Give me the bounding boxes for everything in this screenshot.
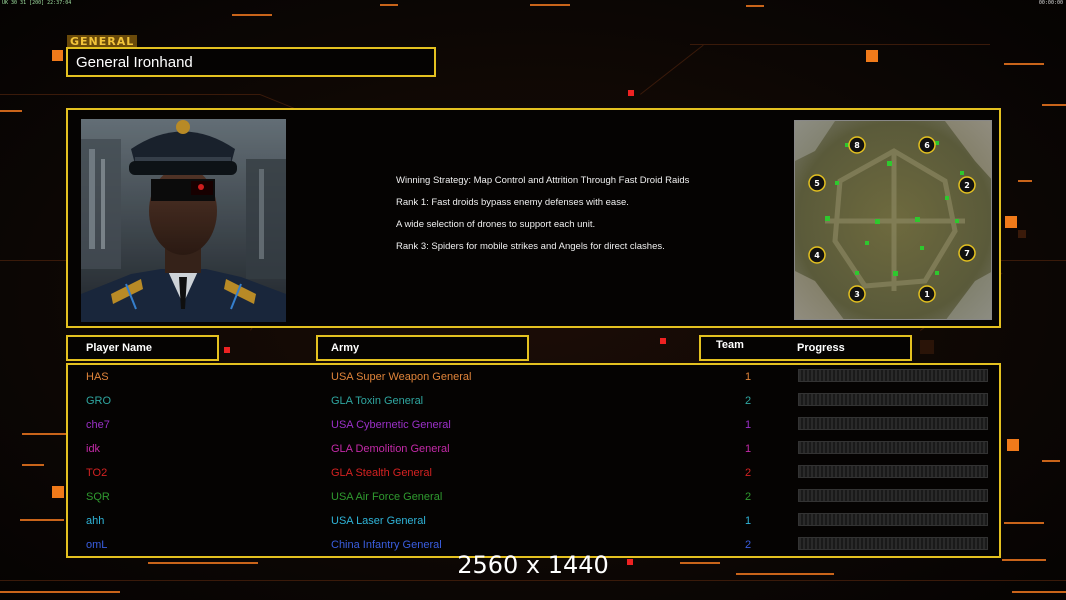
team-number: 1: [745, 419, 752, 431]
spawn-label: 4: [814, 251, 820, 260]
spawn-label: 5: [814, 179, 820, 188]
strategy-text: Winning Strategy: Map Control and Attrit…: [396, 175, 696, 263]
progress-bar: [798, 417, 988, 430]
table-row: idk GLA Demolition General 1: [68, 439, 999, 463]
spawn-label: 7: [964, 249, 970, 258]
team-number: 1: [745, 371, 752, 383]
spawn-marker: 2: [958, 176, 976, 194]
table-row: HAS USA Super Weapon General 1: [68, 367, 999, 391]
spawn-label: 3: [854, 290, 860, 299]
strategy-line: A wide selection of drones to support ea…: [396, 219, 596, 230]
table-row: che7 USA Cybernetic General 1: [68, 415, 999, 439]
general-portrait: [81, 119, 286, 322]
resolution-overlay: 2560 x 1440: [457, 551, 609, 579]
player-name: che7: [86, 419, 110, 431]
spawn-label: 6: [924, 141, 930, 150]
header-team-label: Team: [716, 339, 744, 351]
army-name: USA Laser General: [331, 515, 426, 527]
army-name: USA Super Weapon General: [331, 371, 472, 383]
army-name: GLA Stealth General: [331, 467, 432, 479]
player-name: HAS: [86, 371, 109, 383]
table-row: ahh USA Laser General 1: [68, 511, 999, 535]
spawn-label: 1: [924, 290, 930, 299]
header-player-name: Player Name: [66, 335, 219, 361]
general-name-field: General Ironhand: [66, 47, 436, 77]
spawn-marker: 6: [918, 136, 936, 154]
army-name: USA Air Force General: [331, 491, 443, 503]
progress-bar: [798, 393, 988, 406]
strategy-line: Rank 1: Fast droids bypass enemy defense…: [396, 197, 629, 208]
army-name: USA Cybernetic General: [331, 419, 451, 431]
header-army-label: Army: [331, 342, 360, 354]
team-number: 2: [745, 467, 752, 479]
player-name: SQR: [86, 491, 110, 503]
team-number: 2: [745, 491, 752, 503]
player-name: TO2: [86, 467, 108, 479]
player-name: ahh: [86, 515, 105, 527]
table-row: TO2 GLA Stealth General 2: [68, 463, 999, 487]
spawn-marker: 4: [808, 246, 826, 264]
team-number: 1: [745, 443, 752, 455]
status-right: 00:00:00: [1038, 0, 1063, 6]
strategy-line: Rank 3: Spiders for mobile strikes and A…: [396, 241, 665, 252]
progress-bar: [798, 369, 988, 382]
spawn-marker: 8: [848, 136, 866, 154]
header-army: Army: [316, 335, 529, 361]
strategy-line: Winning Strategy: Map Control and Attrit…: [396, 175, 690, 186]
progress-bar: [798, 465, 988, 478]
team-number: 1: [745, 515, 752, 527]
progress-bar: [798, 537, 988, 550]
spawn-marker: 5: [808, 174, 826, 192]
header-player-label: Player Name: [86, 342, 153, 354]
spawn-marker: 3: [848, 285, 866, 303]
team-number: 2: [745, 539, 752, 551]
player-name: idk: [86, 443, 101, 455]
army-name: GLA Toxin General: [331, 395, 424, 407]
progress-bar: [798, 441, 988, 454]
spawn-marker: 7: [958, 244, 976, 262]
team-number: 2: [745, 395, 752, 407]
army-name: China Infantry General: [331, 539, 442, 551]
map-preview: 8 6 5 2 4 7 3 1: [794, 120, 992, 320]
status-left: UK 30 31 [200] 22:37:04: [2, 0, 72, 6]
army-name: GLA Demolition General: [331, 443, 450, 455]
player-name: omL: [86, 539, 108, 551]
player-table: HAS USA Super Weapon General 1 GRO GLA T…: [66, 363, 1001, 558]
spawn-marker: 1: [918, 285, 936, 303]
progress-bar: [798, 489, 988, 502]
header-progress-label: Progress: [797, 342, 845, 354]
spawn-label: 8: [854, 141, 860, 150]
table-row: SQR USA Air Force General 2: [68, 487, 999, 511]
player-name: GRO: [86, 395, 112, 407]
table-row: GRO GLA Toxin General 2: [68, 391, 999, 415]
general-info-panel: Winning Strategy: Map Control and Attrit…: [66, 108, 1001, 328]
progress-bar: [798, 513, 988, 526]
header-team-progress: Team Progress: [699, 335, 912, 361]
spawn-label: 2: [964, 181, 970, 190]
